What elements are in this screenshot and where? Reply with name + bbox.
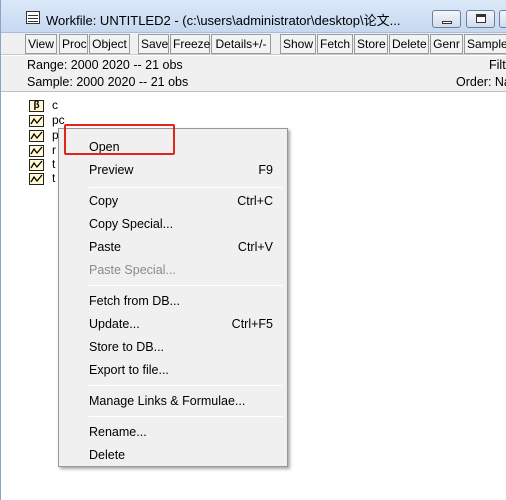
workfile-window: Workfile: UNTITLED2 - (c:\users\administ…: [0, 0, 506, 500]
maximize-icon: [476, 14, 486, 23]
menu-item-store-to-db[interactable]: Store to DB...: [89, 337, 273, 357]
details-button[interactable]: Details+/-: [211, 34, 271, 54]
filter-text: Filt: [489, 58, 506, 72]
store-button[interactable]: Store: [354, 34, 388, 54]
series-icon: [29, 130, 44, 142]
menu-item-manage-links[interactable]: Manage Links & Formulae...: [89, 391, 273, 411]
menu-item-paste[interactable]: Paste Ctrl+V: [89, 237, 273, 257]
object-button[interactable]: Object: [89, 34, 130, 54]
menu-item-delete[interactable]: Delete: [89, 445, 273, 465]
highlight-annotation: [64, 124, 175, 155]
series-icon: [29, 145, 44, 157]
minimize-icon: [442, 21, 452, 24]
menu-separator: [89, 285, 283, 286]
menu-item-preview[interactable]: Preview F9: [89, 160, 273, 180]
genr-button[interactable]: Genr: [430, 34, 463, 54]
range-text: Range: 2000 2020 -- 21 obs: [27, 58, 183, 72]
fetch-button[interactable]: Fetch: [317, 34, 353, 54]
series-icon: [29, 173, 44, 185]
save-button[interactable]: Save: [138, 34, 169, 54]
title-bar[interactable]: Workfile: UNTITLED2 - (c:\users\administ…: [1, 0, 506, 33]
menu-separator: [89, 187, 283, 188]
series-icon: [29, 115, 44, 127]
menu-item-update[interactable]: Update... Ctrl+F5: [89, 314, 273, 334]
series-icon: [29, 159, 44, 171]
menu-separator: [89, 385, 283, 386]
workfile-toolbar: View Proc Object Save Freeze Details+/- …: [1, 33, 506, 55]
minimize-button[interactable]: [432, 10, 461, 28]
maximize-button[interactable]: [466, 10, 495, 28]
menu-item-fetch-from-db[interactable]: Fetch from DB...: [89, 291, 273, 311]
sample-button[interactable]: Sample: [464, 34, 506, 54]
workfile-info: Range: 2000 2020 -- 21 obs Sample: 2000 …: [1, 56, 506, 92]
sample-text: Sample: 2000 2020 -- 21 obs: [27, 75, 189, 89]
menu-separator: [89, 416, 283, 417]
context-menu: Open Preview F9 Copy Ctrl+C Copy Special…: [58, 128, 288, 467]
workfile-icon: [26, 11, 40, 24]
menu-item-copy-special[interactable]: Copy Special...: [89, 214, 273, 234]
menu-item-export-to-file[interactable]: Export to file...: [89, 360, 273, 380]
view-button[interactable]: View: [25, 34, 57, 54]
menu-item-paste-special: Paste Special...: [89, 263, 176, 277]
coefficient-icon: β: [29, 100, 44, 112]
delete-button[interactable]: Delete: [389, 34, 429, 54]
freeze-button[interactable]: Freeze: [170, 34, 210, 54]
menu-item-rename[interactable]: Rename...: [89, 422, 273, 442]
window-title: Workfile: UNTITLED2 - (c:\users\administ…: [46, 13, 401, 28]
order-text: Order: Na: [456, 75, 506, 89]
show-button[interactable]: Show: [280, 34, 316, 54]
proc-button[interactable]: Proc: [59, 34, 88, 54]
menu-item-copy[interactable]: Copy Ctrl+C: [89, 191, 273, 211]
close-button[interactable]: [499, 10, 506, 28]
